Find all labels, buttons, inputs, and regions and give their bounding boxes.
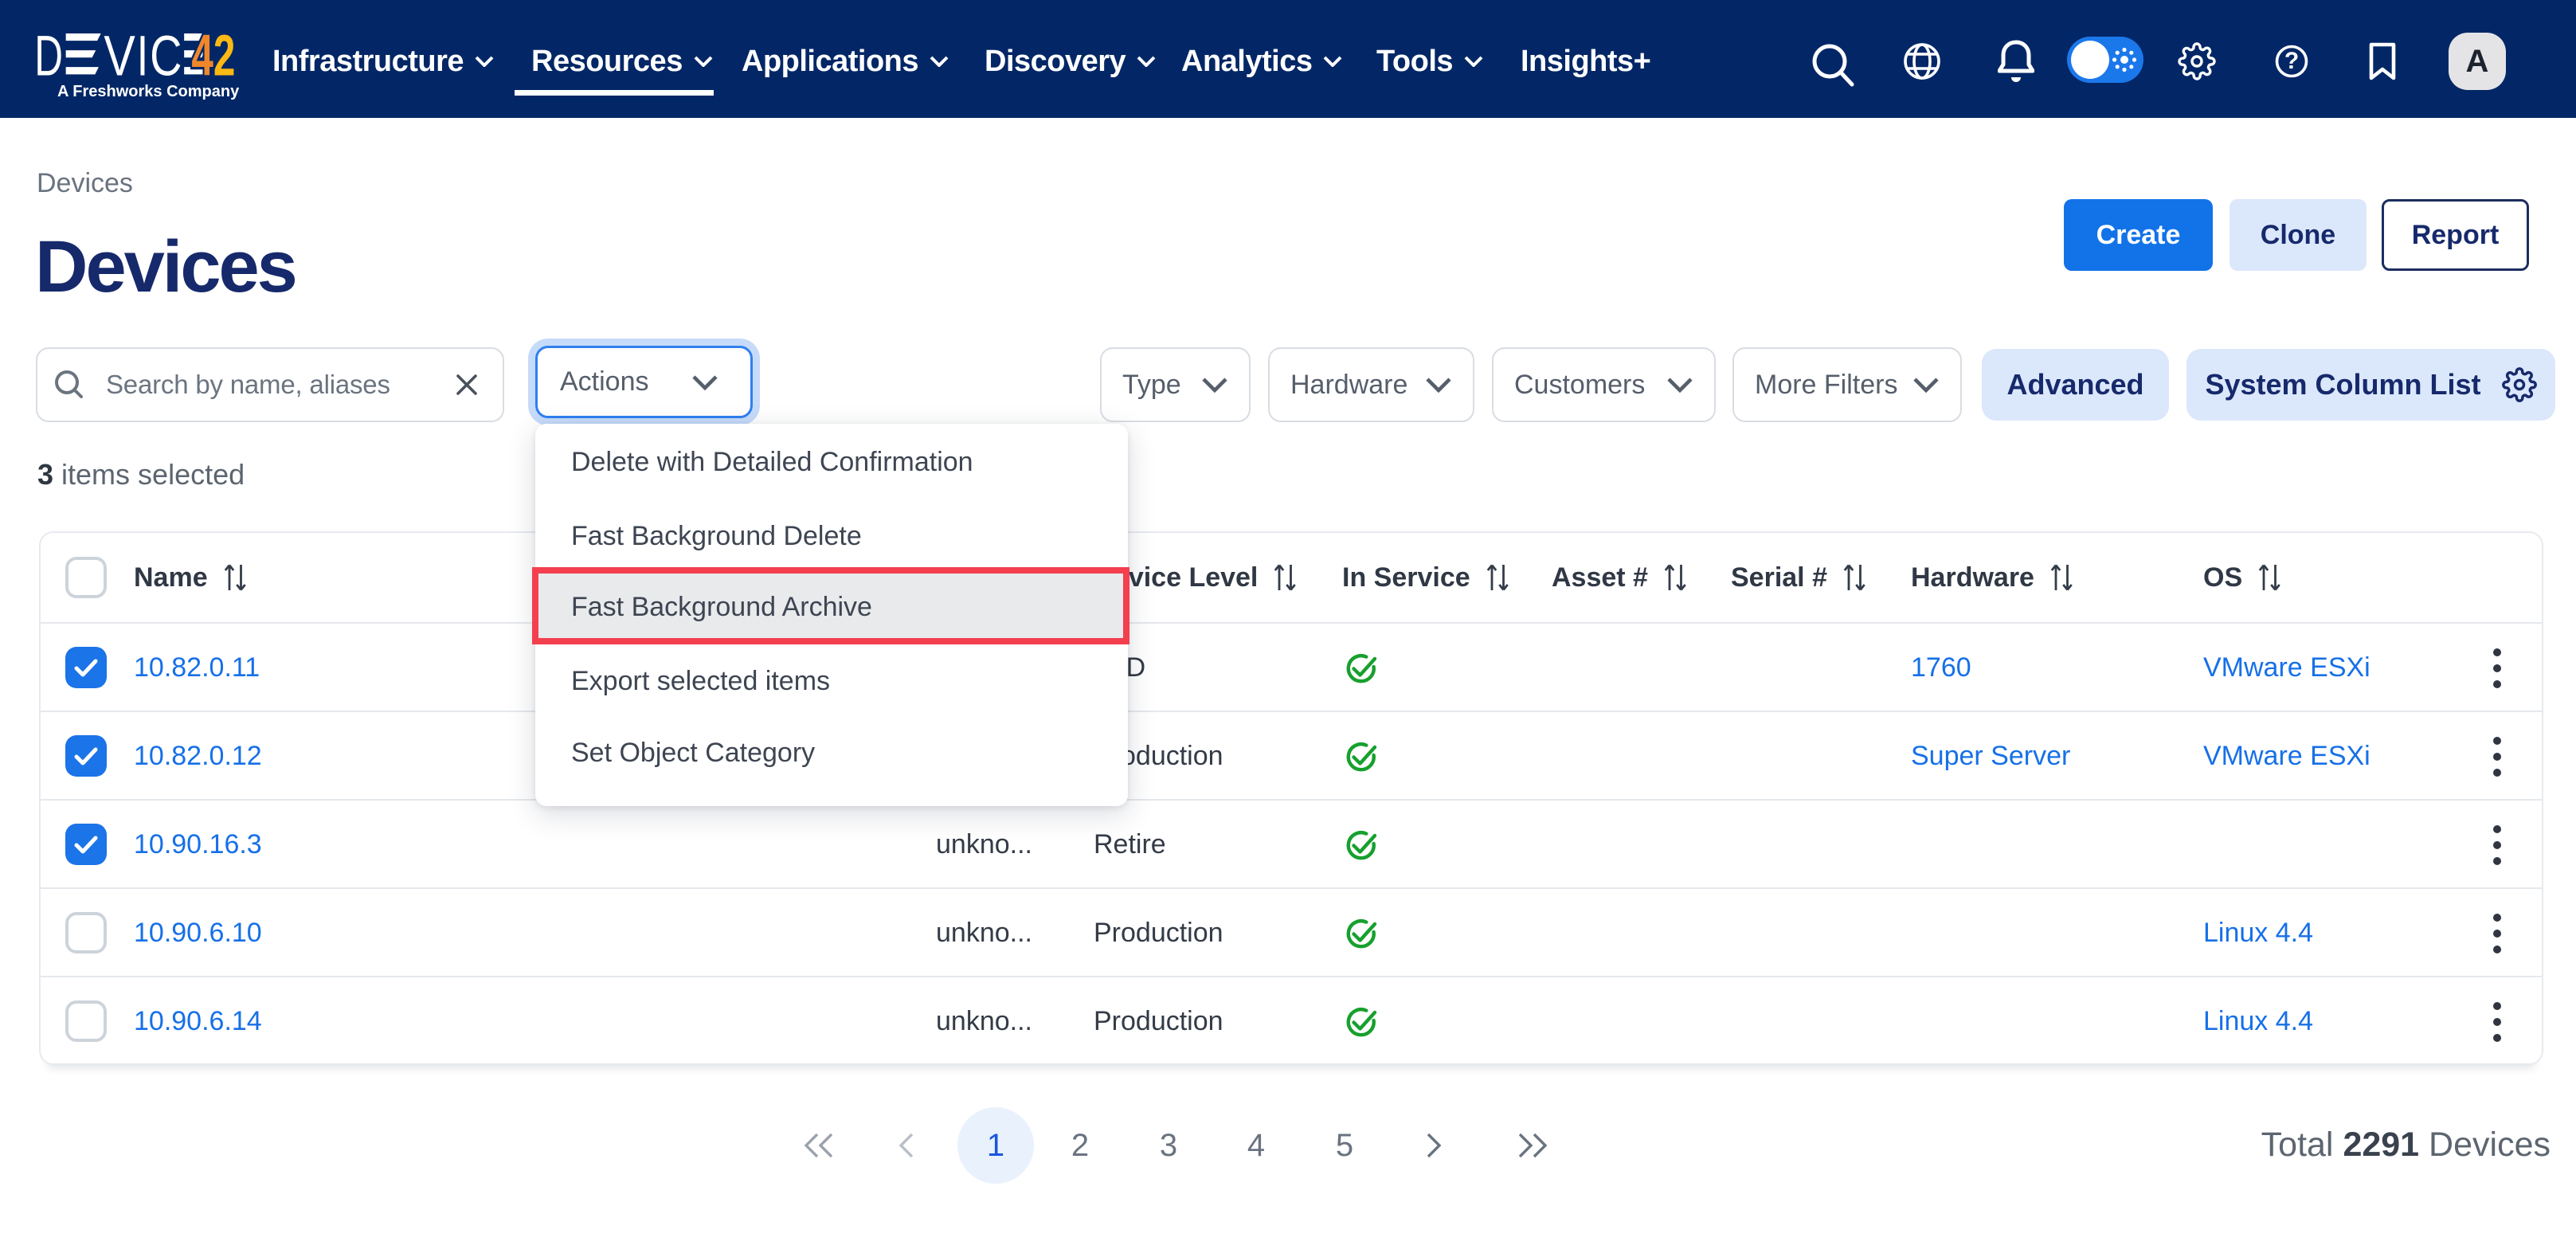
svg-text:D: D <box>37 33 63 78</box>
svg-text:2: 2 <box>213 33 235 78</box>
svg-text:4: 4 <box>191 33 213 78</box>
svg-text:C: C <box>150 33 182 78</box>
svg-text:V: V <box>104 33 135 78</box>
svg-text:?: ? <box>2284 48 2299 74</box>
svg-text:I: I <box>137 33 149 78</box>
